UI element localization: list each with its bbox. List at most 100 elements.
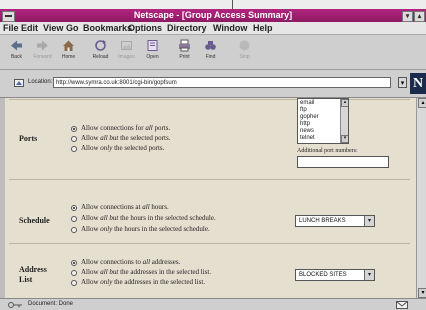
location-url-field[interactable]: http://www.symra.co.uk:8001/cgi-bin/gopf… [53,77,391,88]
schedule-radio-all-but[interactable] [71,216,77,222]
forward-label: Forward [33,54,52,60]
forward-button[interactable]: Forward [30,37,55,65]
address-radio-only[interactable] [71,280,77,286]
schedule-select[interactable]: LUNCH BREAKS ▾ [295,215,375,227]
schedule-option-all-but: Allow all but the hours in the selected … [81,214,216,222]
listbox-scrollbar[interactable]: ▴ ▾ [340,99,348,143]
location-bar: Location: http://www.symra.co.uk:8001/cg… [0,70,426,98]
find-label: Find [205,54,216,60]
chevron-down-icon[interactable]: ▾ [364,216,374,226]
menu-file[interactable]: File [3,23,19,33]
schedule-option-only: Allow only the hours in the selected sch… [81,225,210,233]
security-key-icon [8,302,22,308]
list-item[interactable]: gopher [300,114,319,121]
home-label: Home [61,54,76,60]
address-option-only: Allow only the addresses in the selected… [81,278,206,286]
print-button[interactable]: Print [172,37,197,65]
divider [9,179,410,180]
open-button[interactable]: Open [140,37,165,65]
reload-button[interactable]: Reload [88,37,113,65]
stop-icon [239,40,250,51]
print-label: Print [179,54,190,60]
window-title: Netscape - [Group Access Summary] [133,10,293,20]
address-select-value: BLOCKED SITES [299,272,347,278]
back-label: Back [10,54,23,60]
address-option-all: Allow connections to all addresses. [81,258,181,266]
menu-view[interactable]: View [43,23,63,33]
toolbar: Back Forward Home Reload Images Open Pri… [0,35,426,70]
schedule-label: Schedule [19,216,50,225]
list-item[interactable]: http [300,121,310,128]
divider [9,99,410,100]
scroll-up-arrow-icon[interactable]: ▴ [341,99,348,107]
find-button[interactable]: Find [198,37,223,65]
address-radio-all[interactable] [71,260,77,266]
status-message: Document: Done [28,301,74,307]
menu-window[interactable]: Window [213,23,247,33]
status-bar: Document: Done [0,298,426,310]
home-icon [63,40,74,51]
reload-icon [95,40,106,51]
address-option-all-but: Allow all but the addresses in the selec… [81,268,212,276]
scroll-down-arrow-icon[interactable]: ▾ [341,135,348,143]
top-ruler [0,0,426,9]
scroll-up-arrow-icon[interactable]: ▴ [418,98,426,108]
bookmark-icon[interactable] [14,78,24,88]
menu-edit[interactable]: Edit [21,23,38,33]
divider [9,243,410,244]
list-item[interactable]: telnet [300,135,315,142]
minimize-button[interactable]: ▾ [402,11,413,22]
location-label: Location: [28,79,53,85]
list-item[interactable]: email [300,100,314,107]
open-label: Open [146,54,159,60]
ports-label: Ports [19,134,38,143]
additional-ports-input[interactable] [297,156,389,168]
menu-directory[interactable]: Directory [167,23,207,33]
ports-option-only: Allow only the selected ports. [81,144,165,152]
schedule-option-all: Allow connections at all hours. [81,203,169,211]
menu-bar: File Edit View Go Bookmarks Options Dire… [0,22,426,35]
list-item[interactable]: news [300,128,314,135]
address-radio-all-but[interactable] [71,270,77,276]
stop-button[interactable]: Stop [232,37,257,65]
ruler-tick [232,0,233,9]
reload-label: Reload [92,54,109,60]
schedule-radio-only[interactable] [71,227,77,233]
ports-radio-all-but[interactable] [71,136,77,142]
menu-help[interactable]: Help [253,23,273,33]
list-item[interactable]: ftp [300,107,307,114]
additional-ports-label: Additional port numbers: [297,148,358,154]
images-button[interactable]: Images [114,37,139,65]
find-icon [205,41,216,50]
menu-go[interactable]: Go [66,23,79,33]
chevron-down-icon[interactable]: ▾ [364,270,374,280]
images-label: Images [118,54,135,60]
location-dropdown-button[interactable]: ▾ [398,77,407,88]
scroll-down-arrow-icon[interactable]: ▾ [418,288,426,298]
ports-listbox[interactable]: email ftp gopher http news telnet ▴ ▾ [297,98,349,144]
page-content: Ports Allow connections for all ports. A… [5,98,416,298]
schedule-select-value: LUNCH BREAKS [299,218,346,224]
address-list-label: Address List [19,265,47,284]
back-button[interactable]: Back [4,37,29,65]
images-icon [121,41,132,50]
menu-options[interactable]: Options [128,23,162,33]
print-icon [179,39,190,52]
forward-arrow-icon [37,40,48,51]
home-button[interactable]: Home [56,37,81,65]
open-icon [147,40,158,51]
menu-bookmarks[interactable]: Bookmarks [83,23,132,33]
page-scrollbar[interactable]: ▴ ▾ [416,98,426,298]
ports-radio-all[interactable] [71,126,77,132]
schedule-radio-all[interactable] [71,205,77,211]
ports-radio-only[interactable] [71,146,77,152]
maximize-button[interactable]: ▴ [414,11,425,22]
title-bar: Netscape - [Group Access Summary] ▾ ▴ [0,9,426,22]
browser-window: Netscape - [Group Access Summary] ▾ ▴ Fi… [0,9,426,310]
netscape-logo[interactable]: N [410,73,426,94]
ports-option-all-but: Allow all but the selected ports. [81,134,171,142]
stop-label: Stop [239,54,250,60]
mail-icon[interactable] [396,301,408,309]
address-list-select[interactable]: BLOCKED SITES ▾ [295,269,375,281]
back-arrow-icon [11,40,22,51]
